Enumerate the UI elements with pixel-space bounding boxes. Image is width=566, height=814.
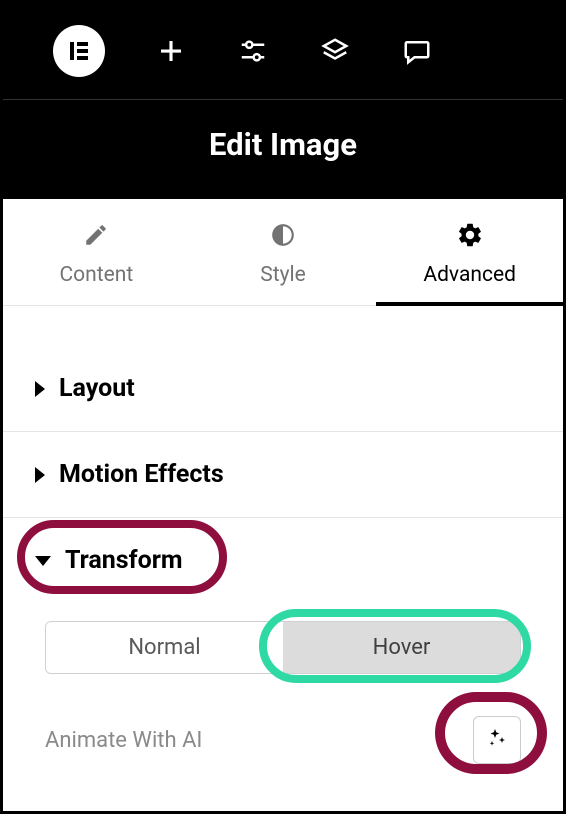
tab-advanced[interactable]: Advanced — [376, 199, 563, 305]
contrast-icon — [269, 221, 297, 249]
elementor-logo[interactable] — [53, 25, 105, 77]
section-title: Motion Effects — [59, 460, 224, 489]
section-layout[interactable]: Layout — [3, 346, 563, 431]
section-title: Transform — [65, 546, 183, 575]
settings-sliders-icon[interactable] — [237, 35, 269, 67]
tab-label: Style — [260, 263, 306, 287]
section-title: Layout — [59, 374, 135, 403]
comment-icon[interactable] — [401, 35, 433, 67]
tab-style[interactable]: Style — [190, 199, 377, 305]
tab-content[interactable]: Content — [3, 199, 190, 305]
toggle-normal[interactable]: Normal — [46, 622, 283, 673]
chevron-down-icon — [35, 556, 51, 566]
tabs-row: Content Style Advanced — [3, 199, 563, 306]
add-icon[interactable] — [155, 35, 187, 67]
animate-with-ai-row: Animate With AI — [3, 702, 563, 788]
gear-icon — [456, 221, 484, 249]
tab-label: Content — [59, 263, 133, 287]
animate-label: Animate With AI — [45, 728, 202, 753]
chevron-right-icon — [35, 381, 45, 397]
tab-label: Advanced — [423, 263, 516, 287]
normal-hover-toggle: Normal Hover — [45, 621, 521, 674]
chevron-right-icon — [35, 467, 45, 483]
section-motion-effects[interactable]: Motion Effects — [3, 432, 563, 517]
section-transform[interactable]: Transform — [3, 518, 563, 603]
top-toolbar — [3, 3, 563, 99]
sparkle-icon — [485, 726, 509, 754]
layers-icon[interactable] — [319, 35, 351, 67]
toggle-hover[interactable]: Hover — [283, 622, 520, 673]
panel-title-bar: Edit Image — [3, 99, 563, 199]
animate-ai-button[interactable] — [473, 716, 521, 764]
panel-title: Edit Image — [3, 126, 563, 163]
pencil-icon — [82, 221, 110, 249]
panel-content: Layout Motion Effects Transform Normal H… — [3, 306, 563, 811]
